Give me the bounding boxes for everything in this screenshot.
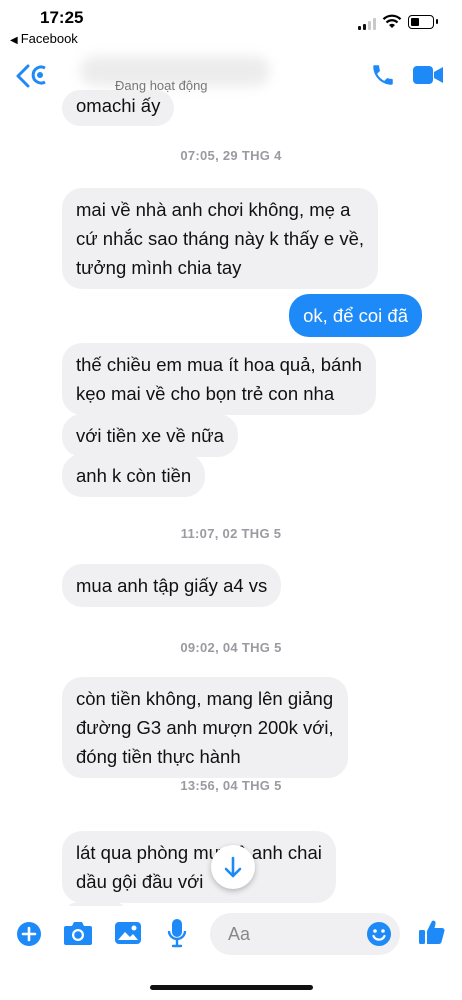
phone-icon[interactable] xyxy=(370,62,396,88)
video-camera-icon[interactable] xyxy=(412,64,444,86)
plus-circle-icon[interactable] xyxy=(16,921,42,947)
home-indicator xyxy=(150,985,313,990)
message-bubble-incoming: mai về nhà anh chơi không, mẹ a cứ nhắc … xyxy=(62,188,379,289)
message-timestamp: 09:02, 04 THG 5 xyxy=(180,640,282,655)
message-timestamp: 07:05, 29 THG 4 xyxy=(180,148,282,163)
battery-icon xyxy=(408,15,438,29)
message-bubble-incoming: còn tiền không, mang lên giảng đường G3 … xyxy=(62,677,348,778)
status-time: 17:25 xyxy=(40,8,84,27)
message-composer xyxy=(0,906,462,964)
avatar[interactable] xyxy=(30,64,48,86)
image-icon[interactable] xyxy=(114,921,142,945)
microphone-icon[interactable] xyxy=(167,918,187,948)
arrow-down-icon xyxy=(224,856,242,878)
message-bubble-incoming: mua anh tập giấy a4 vs xyxy=(62,564,282,607)
cellular-signal-icon xyxy=(358,18,376,30)
back-triangle-icon: ◀ xyxy=(10,35,18,46)
wifi-icon xyxy=(382,14,402,28)
message-bubble-incoming: anh k còn tiền xyxy=(62,454,206,497)
status-bar: 17:25 ◀ Facebook xyxy=(0,0,462,52)
chat-header: Đang hoạt động xyxy=(0,52,462,98)
message-bubble-incoming: lát qua phòng mư hộ anh chai dầu gội đầu… xyxy=(62,831,336,903)
scroll-to-bottom-button[interactable] xyxy=(211,845,255,889)
contact-status: Đang hoạt động xyxy=(115,78,208,93)
message-bubble-outgoing: ok, để coi đã xyxy=(289,294,422,337)
camera-icon[interactable] xyxy=(63,920,93,946)
message-bubble-incoming: thế chiều em mua ít hoa quả, bánh kẹo ma… xyxy=(62,343,376,415)
message-bubble-incoming: với tiền xe về nữa xyxy=(62,414,238,457)
message-timestamp: 13:56, 04 THG 5 xyxy=(180,778,282,793)
back-to-app-link[interactable]: ◀ Facebook xyxy=(10,31,78,46)
back-app-label: Facebook xyxy=(20,31,78,46)
message-list[interactable]: omachi ấy 07:05, 29 THG 4 mai về nhà anh… xyxy=(0,60,462,916)
message-timestamp: 11:07, 02 THG 5 xyxy=(180,526,282,541)
thumbs-up-icon[interactable] xyxy=(418,918,446,946)
smiley-icon[interactable] xyxy=(366,921,392,947)
